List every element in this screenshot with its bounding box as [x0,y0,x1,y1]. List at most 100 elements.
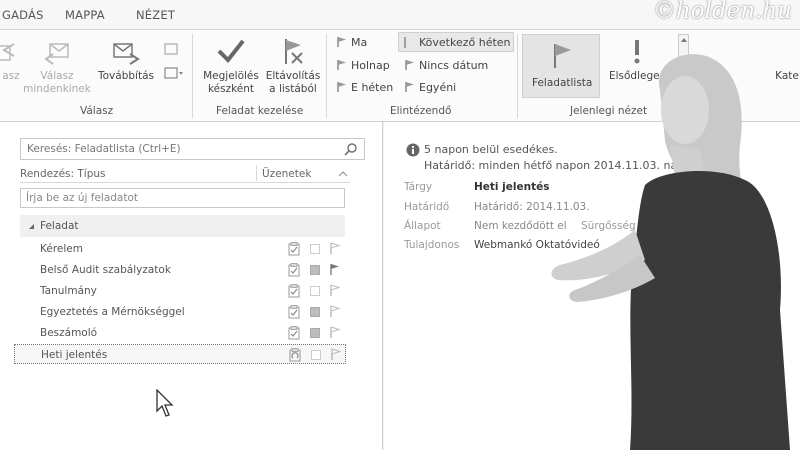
category-box[interactable] [310,307,320,317]
followup-tomorrow-label: Holnap [351,59,390,72]
presenter-figure [551,54,790,450]
reply-all-button[interactable]: Válasz mindenkinek [22,36,92,96]
search-placeholder: Keresés: Feladatlista (Ctrl+E) [27,143,181,155]
task-name: Belső Audit szabályzatok [40,264,171,276]
new-task-placeholder: Írja be az új feladatot [26,192,139,204]
more-respond-icon[interactable] [162,42,184,86]
flag-icon [337,37,346,47]
checkmark-icon [217,39,245,64]
task-group-label: Feladat [40,220,79,232]
task-row[interactable]: Beszámoló [14,323,346,343]
reply-all-icon [44,43,69,65]
reply-all-label-1: Válasz [40,70,74,82]
due-info-text: 5 napon belül esedékes. [424,143,558,156]
followup-tomorrow-button[interactable]: Holnap [336,59,390,72]
menu-item-gadas[interactable]: GADÁS [2,8,44,22]
mark-complete-label-1: Megjelölés [203,70,259,82]
task-icon [288,242,300,256]
remove-label-1: Eltávolítás [265,70,321,82]
column-divider [256,165,257,181]
task-icon [288,326,300,340]
task-group-header[interactable]: Feladat [20,215,345,237]
sort-label: Rendezés: Típus [20,168,106,180]
followup-custom-button[interactable]: Egyéni [404,81,456,94]
flag-icon[interactable] [329,326,341,339]
forward-label: Továbbítás [98,70,154,82]
mouse-cursor-icon [156,389,174,417]
mark-complete-button[interactable]: Megjelölés készként [198,36,264,96]
followup-this-week-button[interactable]: E héten [336,81,393,94]
category-box[interactable] [310,265,320,275]
owner-label: Tulajdonos [404,239,460,251]
menu-bar: GADÁS MAPPA NÉZET ©holden.hu [0,0,800,30]
task-row-selected[interactable]: Heti jelentés [14,344,346,364]
followup-today-label: Ma [351,36,368,49]
flag-icon [337,60,346,70]
task-name: Tanulmány [40,285,97,297]
reply-all-label-2: mindenkinek [23,83,91,95]
reply-label: asz [2,70,20,82]
watermark-logo: ©holden.hu [652,0,792,24]
task-row[interactable]: Egyeztetés a Mérnökséggel [14,302,346,322]
menu-item-mappa[interactable]: MAPPA [65,8,105,22]
followup-this-week-label: E héten [351,81,394,94]
subject-value: Heti jelentés [474,181,550,193]
task-icon [288,305,300,319]
followup-no-date-button[interactable]: Nincs dátum [404,59,488,72]
mark-complete-label-2: készként [207,83,255,95]
category-box[interactable] [310,244,320,254]
task-name: Beszámoló [40,327,98,339]
flag-icon [405,82,414,92]
task-name: Egyeztetés a Mérnökséggel [40,306,185,318]
category-box[interactable] [310,286,320,296]
ribbon-separator [517,34,518,118]
flag-icon [337,82,346,92]
task-list-panel: Keresés: Feladatlista (Ctrl+E) Rendezés:… [0,122,383,450]
category-box[interactable] [310,328,320,338]
new-task-input[interactable]: Írja be az új feladatot [20,188,345,208]
remove-label-2: a listából [269,83,317,95]
sort-header[interactable]: Rendezés: Típus Üzenetek [20,165,350,183]
task-name: Kérelem [40,243,83,255]
remove-from-list-button[interactable]: Eltávolítás a listából [262,36,324,96]
task-row[interactable]: Belső Audit szabályzatok [14,260,346,280]
flag-icon [405,60,414,70]
respond-group-label: Válasz [80,105,114,117]
messages-column-label: Üzenetek [262,168,312,180]
task-icon [288,284,300,298]
ribbon-separator [192,34,193,118]
task-name: Heti jelentés [41,349,108,361]
followup-no-date-label: Nincs dátum [419,59,489,72]
flag-remove-icon [285,39,303,64]
task-row[interactable]: Tanulmány [14,281,346,301]
flag-icon[interactable] [329,305,341,318]
task-icon [288,263,300,277]
sort-arrow-icon[interactable] [338,171,348,177]
task-row[interactable]: Kérelem [14,239,346,259]
flag-icon[interactable] [330,348,342,361]
collapse-triangle-icon[interactable] [28,223,35,230]
flag-icon [404,37,406,48]
followup-next-week-button[interactable]: Következő héten [398,32,514,52]
recurring-task-icon [289,348,301,362]
followup-custom-label: Egyéni [419,81,457,94]
search-input[interactable]: Keresés: Feladatlista (Ctrl+E) [20,138,365,160]
menu-item-nezet[interactable]: NÉZET [136,8,175,22]
reply-button[interactable]: asz [0,36,22,83]
flag-icon[interactable] [329,284,341,297]
followup-today-button[interactable]: Ma [336,36,367,49]
due-label: Határidő [404,201,450,213]
followup-next-week-label: Következő héten [419,36,511,49]
followup-group-label: Elintézendő [390,105,452,117]
forward-icon [113,43,140,65]
info-icon [406,143,420,157]
reply-icon [0,43,15,61]
flag-icon[interactable] [329,242,341,255]
flag-icon[interactable] [329,263,341,276]
manage-group-label: Feladat kezelése [216,105,304,117]
status-label: Állapot [404,220,441,232]
search-icon[interactable] [344,142,358,156]
chevron-up-icon [681,38,687,42]
category-box[interactable] [311,350,321,360]
forward-button[interactable]: Továbbítás [94,36,158,83]
